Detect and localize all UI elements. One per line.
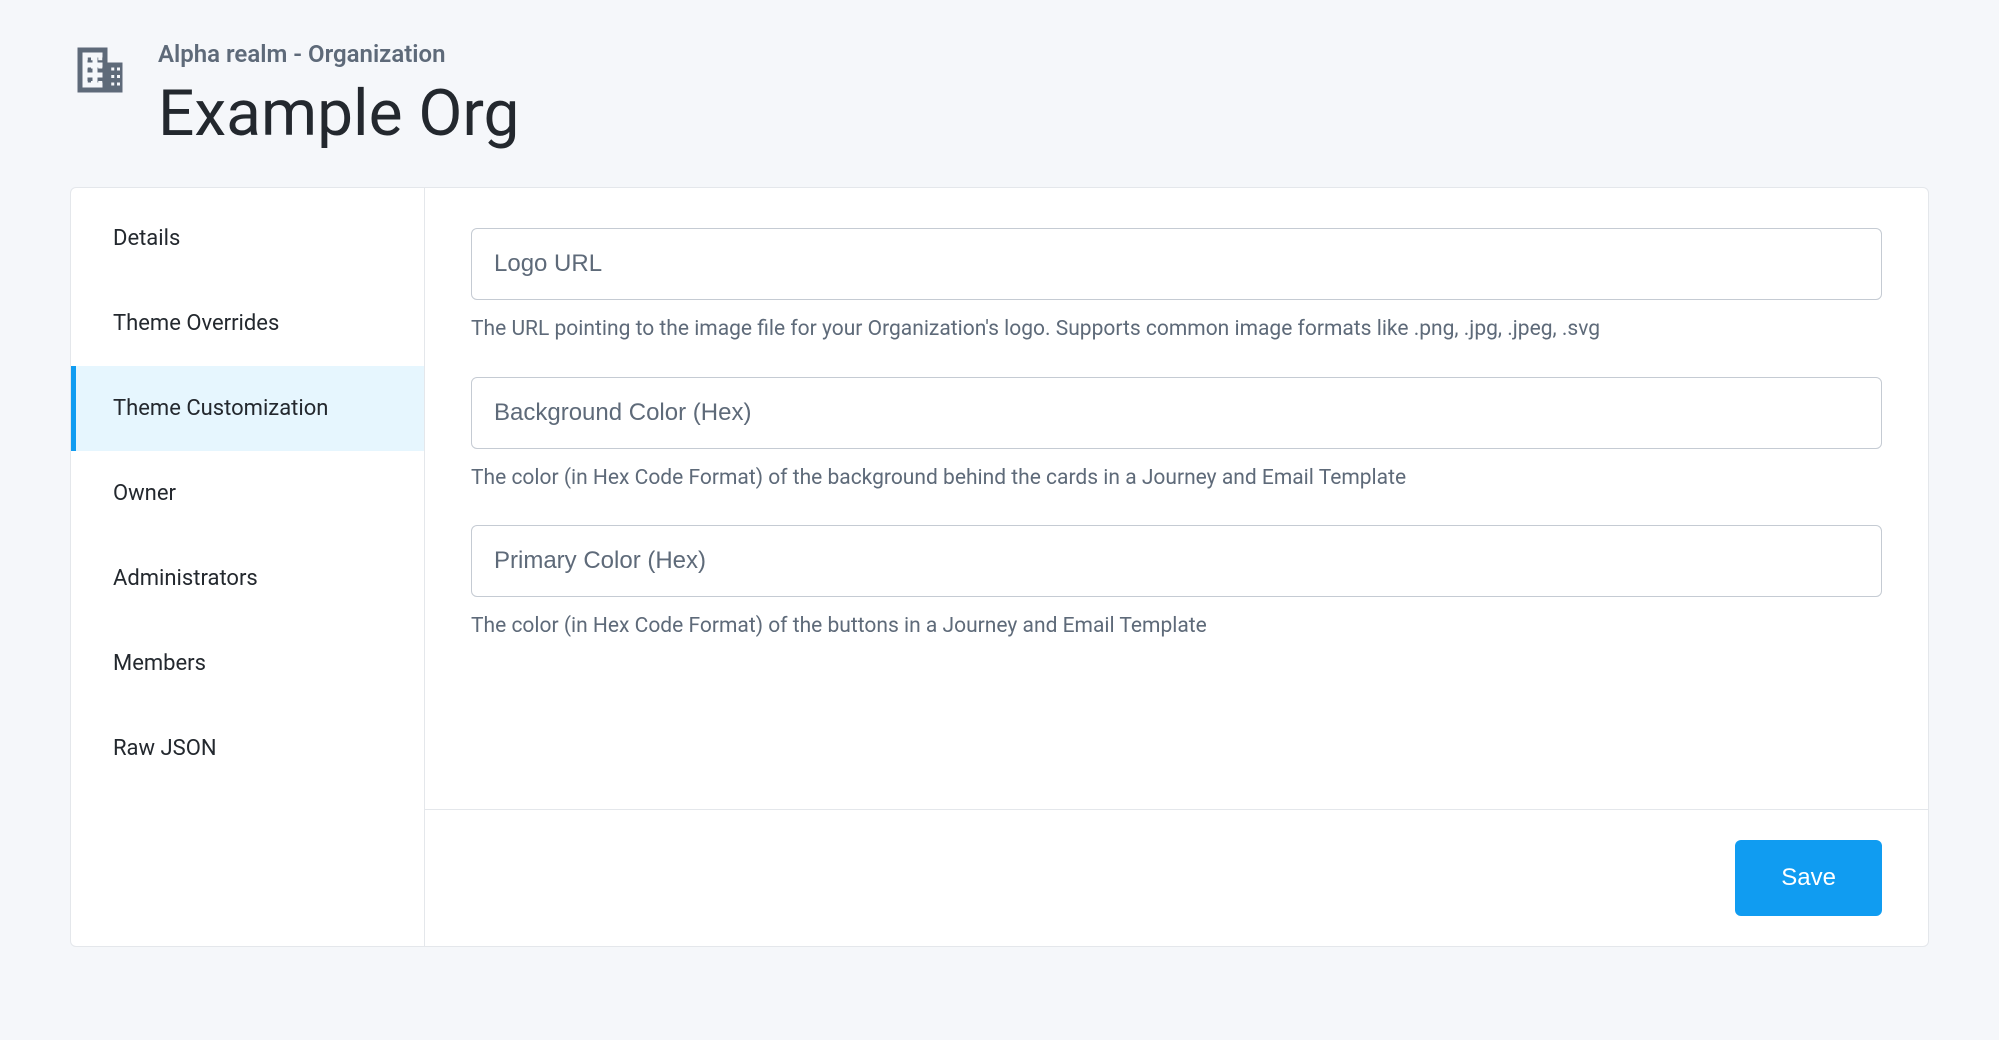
sidebar: Details Theme Overrides Theme Customizat… <box>71 188 425 946</box>
content-card: Details Theme Overrides Theme Customizat… <box>70 187 1929 947</box>
sidebar-item-theme-customization[interactable]: Theme Customization <box>71 366 424 451</box>
page-title: Example Org <box>158 80 519 147</box>
save-button[interactable]: Save <box>1735 840 1882 916</box>
breadcrumb: Alpha realm - Organization <box>158 40 519 68</box>
sidebar-item-label: Theme Overrides <box>113 311 279 336</box>
sidebar-item-owner[interactable]: Owner <box>71 451 424 536</box>
main-panel: The URL pointing to the image file for y… <box>425 188 1928 946</box>
background-color-input[interactable] <box>471 377 1882 449</box>
sidebar-item-administrators[interactable]: Administrators <box>71 536 424 621</box>
organization-icon <box>70 40 130 104</box>
logo-url-helper: The URL pointing to the image file for y… <box>471 314 1882 344</box>
primary-color-input[interactable] <box>471 525 1882 597</box>
sidebar-item-label: Details <box>113 226 180 251</box>
background-color-helper: The color (in Hex Code Format) of the ba… <box>471 463 1882 493</box>
sidebar-item-details[interactable]: Details <box>71 196 424 281</box>
sidebar-item-theme-overrides[interactable]: Theme Overrides <box>71 281 424 366</box>
form-footer: Save <box>425 809 1928 946</box>
logo-url-input[interactable] <box>471 228 1882 300</box>
sidebar-item-label: Members <box>113 651 206 676</box>
primary-color-helper: The color (in Hex Code Format) of the bu… <box>471 611 1882 641</box>
sidebar-item-members[interactable]: Members <box>71 621 424 706</box>
sidebar-item-raw-json[interactable]: Raw JSON <box>71 706 424 791</box>
sidebar-item-label: Theme Customization <box>113 396 328 421</box>
sidebar-item-label: Owner <box>113 481 176 506</box>
sidebar-item-label: Raw JSON <box>113 736 217 761</box>
sidebar-item-label: Administrators <box>113 566 258 591</box>
